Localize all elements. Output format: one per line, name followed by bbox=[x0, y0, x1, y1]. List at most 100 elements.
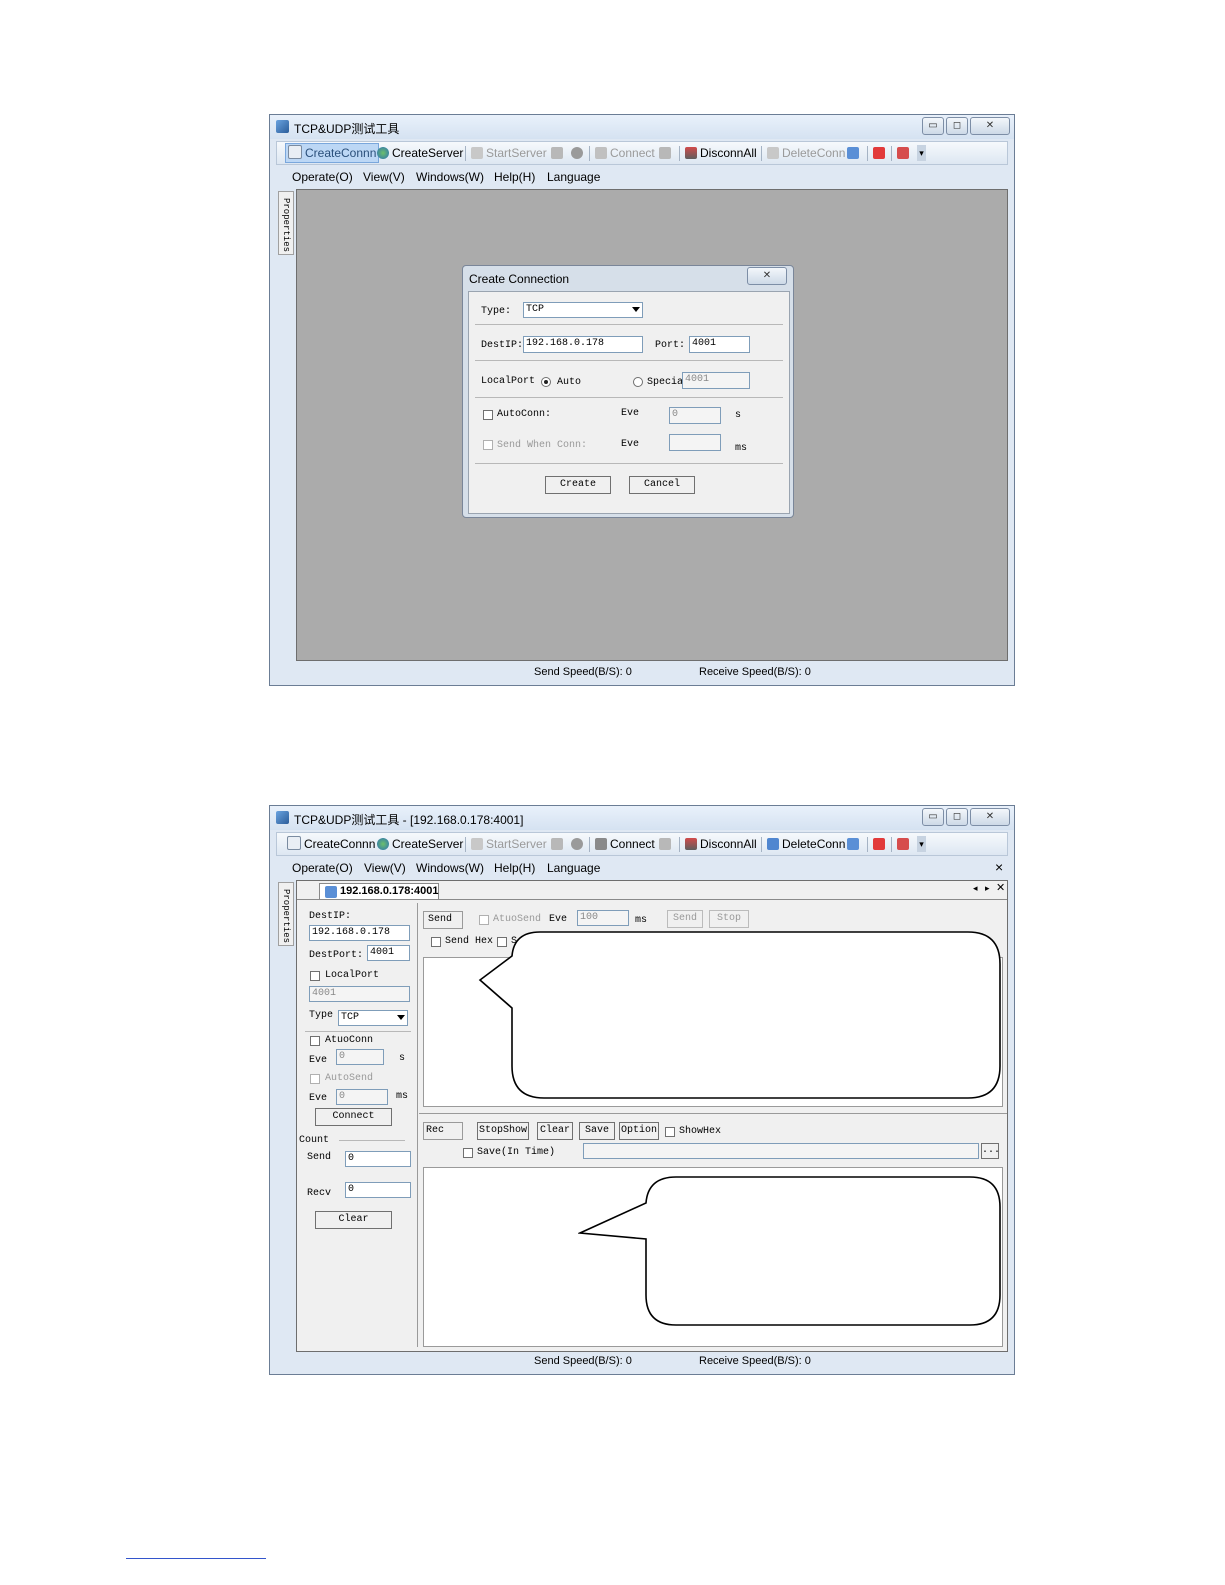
create-conn-button[interactable]: CreateConnn bbox=[285, 143, 380, 163]
localport-input[interactable]: 4001 bbox=[309, 986, 410, 1002]
disconnect-button[interactable] bbox=[659, 145, 674, 161]
create-server-button[interactable]: CreateServer bbox=[377, 836, 463, 852]
send-button[interactable]: Send bbox=[667, 910, 703, 928]
special-radio[interactable] bbox=[633, 377, 643, 387]
power-button[interactable] bbox=[873, 145, 888, 161]
tab-close-icon[interactable]: ✕ bbox=[996, 881, 1005, 894]
connect-button[interactable]: Connect bbox=[595, 145, 655, 161]
autosend-checkbox[interactable] bbox=[310, 1074, 320, 1084]
menu-operate[interactable]: Operate(O) bbox=[292, 170, 353, 184]
atuosend-checkbox[interactable] bbox=[479, 915, 489, 925]
app-icon bbox=[276, 120, 289, 133]
send-hex-checkbox[interactable] bbox=[431, 937, 441, 947]
menu-windows[interactable]: Windows(W) bbox=[416, 861, 484, 875]
stop-button[interactable]: Stop bbox=[709, 910, 749, 928]
menu-windows[interactable]: Windows(W) bbox=[416, 170, 484, 184]
exit-icon bbox=[897, 838, 909, 850]
delete-conn-button[interactable]: DeleteConn bbox=[767, 836, 845, 852]
connect-button[interactable]: Connect bbox=[595, 836, 655, 852]
start-server-button[interactable]: StartServer bbox=[471, 836, 547, 852]
menu-operate[interactable]: Operate(O) bbox=[292, 861, 353, 875]
stopshow-button[interactable]: StopShow bbox=[477, 1122, 529, 1140]
settings-button[interactable] bbox=[847, 145, 862, 161]
special-port-input[interactable]: 4001 bbox=[682, 372, 750, 389]
localport-label: LocalPort bbox=[325, 970, 380, 981]
close-button[interactable]: ✕ bbox=[970, 117, 1010, 135]
delete-conn-button[interactable]: DeleteConn bbox=[767, 145, 845, 161]
eve-input[interactable]: 0 bbox=[336, 1049, 384, 1065]
create-conn-button[interactable]: CreateConnn bbox=[287, 836, 375, 852]
power-button[interactable] bbox=[873, 836, 888, 852]
start-server-button[interactable]: StartServer bbox=[471, 145, 547, 161]
create-conn-label: CreateConnn bbox=[304, 837, 376, 851]
option-button[interactable]: Option bbox=[619, 1122, 659, 1140]
disconn-all-button[interactable]: DisconnAll bbox=[685, 145, 757, 161]
create-server-button[interactable]: CreateServer bbox=[377, 145, 463, 161]
tab-scroll-left-icon[interactable]: ◂ bbox=[973, 883, 978, 894]
doc-tab[interactable]: 192.168.0.178:4001 bbox=[319, 883, 439, 900]
minimize-button[interactable]: ▭ bbox=[922, 117, 944, 135]
settings-button[interactable] bbox=[847, 836, 862, 852]
refresh-button[interactable] bbox=[571, 145, 586, 161]
refresh-button[interactable] bbox=[571, 836, 586, 852]
maximize-button[interactable]: ◻ bbox=[946, 117, 968, 135]
showhex-checkbox[interactable] bbox=[665, 1127, 675, 1137]
auto-radio[interactable] bbox=[541, 377, 551, 387]
destport-input[interactable]: 4001 bbox=[367, 945, 410, 961]
close-button[interactable]: ✕ bbox=[970, 808, 1010, 826]
eve-input[interactable]: 0 bbox=[669, 407, 721, 424]
toolbar-overflow-button[interactable]: ▾ bbox=[917, 836, 926, 852]
title-bar[interactable]: TCP&UDP测试工具 ▭ ◻ ✕ bbox=[270, 115, 1014, 139]
mdi-close-icon[interactable]: × bbox=[995, 859, 1003, 875]
connect-button[interactable]: Connect bbox=[315, 1108, 392, 1126]
menu-help[interactable]: Help(H) bbox=[494, 861, 535, 875]
disconn-all-button[interactable]: DisconnAll bbox=[685, 836, 757, 852]
atuoconn-checkbox[interactable] bbox=[310, 1036, 320, 1046]
properties-side-tab[interactable]: Properties bbox=[278, 882, 294, 946]
eve2-input[interactable]: 0 bbox=[336, 1089, 388, 1105]
send-count-label: Send bbox=[307, 1152, 332, 1163]
stop-server-button[interactable] bbox=[551, 836, 566, 852]
title-bar[interactable]: TCP&UDP测试工具 - [192.168.0.178:4001] ▭ ◻ ✕ bbox=[270, 806, 1014, 830]
save-path-input[interactable] bbox=[583, 1143, 979, 1159]
menu-help[interactable]: Help(H) bbox=[494, 170, 535, 184]
disconnect-button[interactable] bbox=[659, 836, 674, 852]
eve-input[interactable]: 100 bbox=[577, 910, 629, 926]
port-input[interactable]: 4001 bbox=[689, 336, 750, 353]
cancel-button[interactable]: Cancel bbox=[629, 476, 695, 494]
menu-language[interactable]: Language bbox=[547, 170, 600, 184]
divider bbox=[475, 397, 783, 398]
exit-button[interactable] bbox=[897, 836, 912, 852]
eve2-input[interactable] bbox=[669, 434, 721, 451]
menu-language[interactable]: Language bbox=[547, 861, 600, 875]
dialog-close-button[interactable]: ✕ bbox=[747, 267, 787, 285]
create-button[interactable]: Create bbox=[545, 476, 611, 494]
menu-view[interactable]: View(V) bbox=[363, 170, 405, 184]
send-when-conn-checkbox[interactable] bbox=[483, 440, 493, 450]
type-select[interactable]: TCP bbox=[523, 302, 643, 318]
exit-button[interactable] bbox=[897, 145, 912, 161]
clear-recv-button[interactable]: Clear bbox=[537, 1122, 573, 1140]
properties-side-tab[interactable]: Properties bbox=[278, 191, 294, 255]
type-label: Type: bbox=[481, 306, 512, 317]
tab-scroll-right-icon[interactable]: ▸ bbox=[985, 883, 990, 894]
save-button[interactable]: Save bbox=[579, 1122, 615, 1140]
exit-icon bbox=[897, 147, 909, 159]
save-in-time-checkbox[interactable] bbox=[463, 1148, 473, 1158]
type-select[interactable]: TCP bbox=[338, 1010, 408, 1026]
footer-link-underline[interactable] bbox=[126, 1548, 266, 1559]
toolbar-overflow-button[interactable]: ▾ bbox=[917, 145, 926, 161]
autoconn-checkbox[interactable] bbox=[483, 410, 493, 420]
clear-count-button[interactable]: Clear bbox=[315, 1211, 392, 1229]
menu-view[interactable]: View(V) bbox=[364, 861, 406, 875]
minimize-button[interactable]: ▭ bbox=[922, 808, 944, 826]
send-count-input[interactable]: 0 bbox=[345, 1151, 411, 1167]
recv-count-input[interactable]: 0 bbox=[345, 1182, 411, 1198]
maximize-button[interactable]: ◻ bbox=[946, 808, 968, 826]
splitter[interactable] bbox=[419, 1113, 1007, 1114]
destip-input[interactable]: 192.168.0.178 bbox=[309, 925, 410, 941]
stop-server-button[interactable] bbox=[551, 145, 566, 161]
destip-input[interactable]: 192.168.0.178 bbox=[523, 336, 643, 353]
localport-checkbox[interactable] bbox=[310, 971, 320, 981]
browse-button[interactable]: ... bbox=[981, 1143, 1000, 1159]
